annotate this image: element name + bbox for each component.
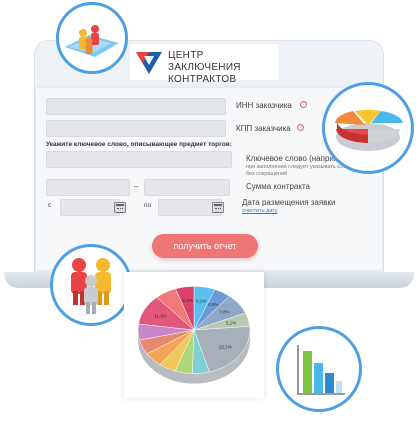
logo: ЦЕНТР ЗАКЛЮЧЕНИЯ КОНТРАКТОВ bbox=[130, 44, 278, 85]
date-to-label: по bbox=[144, 202, 152, 209]
pie-slice-label: 5,4% bbox=[183, 298, 193, 303]
pie-chart-card: 6,1% 4,9% 7,8% 5,1% 22,1% 11,3% 5,4% bbox=[124, 272, 264, 398]
people-illustration bbox=[50, 244, 132, 326]
logo-text: ЦЕНТР ЗАКЛЮЧЕНИЯ КОНТРАКТОВ bbox=[168, 50, 278, 86]
get-report-button[interactable]: получить отчет bbox=[152, 234, 258, 258]
logo-line-1: ЦЕНТР ЗАКЛЮЧЕНИЯ bbox=[168, 50, 241, 73]
kpp-help-icon[interactable]: ? bbox=[297, 124, 304, 131]
pie-chart: 6,1%4,9%7,8% 5,1% 22,1% 11,3% 5,4% bbox=[137, 286, 251, 384]
calendar-from-icon[interactable] bbox=[114, 202, 126, 213]
hero-illustration: ИНН заказчика ? КПП заказчика ? Укажите … bbox=[0, 0, 418, 423]
sum-dash: – bbox=[134, 182, 139, 191]
inn-label: ИНН заказчика bbox=[236, 101, 292, 110]
inn-input[interactable] bbox=[46, 98, 226, 115]
keyword-hint-2: без сокращений bbox=[246, 171, 288, 177]
pie-slice-label: 5,1% bbox=[226, 320, 236, 325]
logo-mark-icon bbox=[136, 52, 162, 74]
keyword-title: Укажите ключевое слово, описывающее пред… bbox=[46, 141, 232, 148]
date-label: Дата размещения заявки bbox=[242, 198, 336, 207]
pie-slice-label: 22,1% bbox=[219, 344, 232, 349]
date-from-label: с bbox=[48, 202, 52, 209]
bar-chart-illustration bbox=[276, 326, 362, 412]
map-people-icon bbox=[65, 25, 119, 57]
sum-to-input[interactable] bbox=[144, 179, 230, 196]
bar-chart-icon bbox=[297, 345, 345, 395]
keyword-input[interactable] bbox=[46, 151, 232, 168]
pie-slice-label: 11,3% bbox=[154, 313, 166, 318]
pie-3d-icon bbox=[335, 109, 403, 151]
sum-label: Сумма контракта bbox=[246, 182, 310, 191]
keyword-hint: при заполнении следует указывать сло bbox=[246, 164, 347, 170]
kpp-input[interactable] bbox=[46, 120, 226, 137]
pie-slice-label: 6,1% bbox=[196, 298, 206, 303]
pie-3d-illustration bbox=[322, 82, 414, 174]
inn-help-icon[interactable]: ? bbox=[300, 101, 307, 108]
people-map-illustration bbox=[56, 2, 128, 74]
pie-slice-label: 7,8% bbox=[219, 310, 229, 315]
clear-date-link[interactable]: очистить дату bbox=[242, 208, 278, 214]
pie-slice-label: 4,9% bbox=[208, 302, 218, 307]
date-from-input[interactable] bbox=[60, 199, 120, 216]
people-icon bbox=[71, 258, 111, 314]
calendar-to-icon[interactable] bbox=[212, 202, 224, 213]
kpp-label: КПП заказчика bbox=[236, 124, 291, 133]
sum-from-input[interactable] bbox=[46, 179, 130, 196]
logo-line-2: КОНТРАКТОВ bbox=[168, 74, 237, 85]
